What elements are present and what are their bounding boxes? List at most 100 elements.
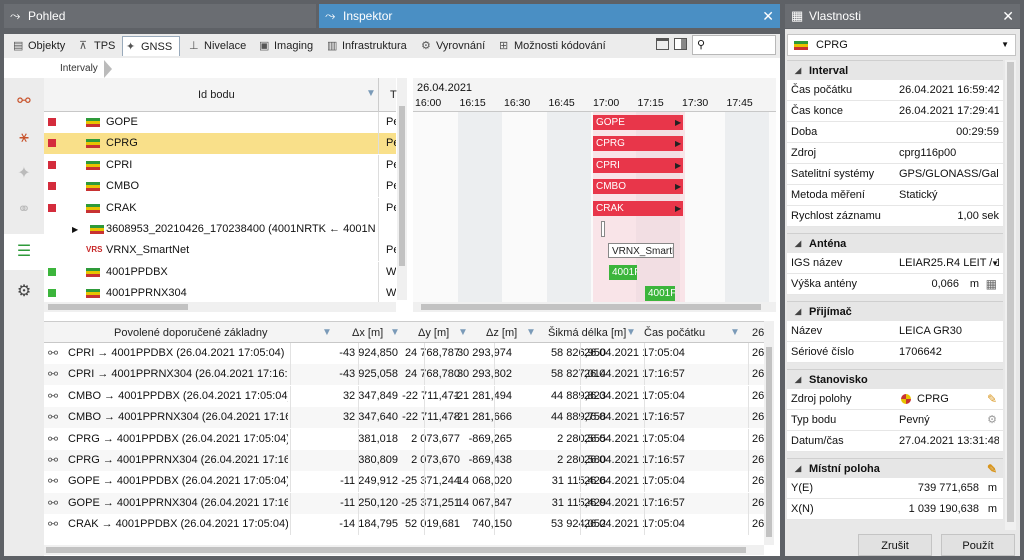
tab-imaging[interactable]: ▣ Imaging <box>256 36 317 56</box>
property-row[interactable]: Čas počátku 26.04.2021 16:59:42 <box>787 80 1003 101</box>
table-row[interactable]: ⚯ CMBO → 4001PPRNX304 (26.04.2021 17:16:5… <box>44 407 764 429</box>
timeline-bar[interactable]: CPRI <box>593 157 683 173</box>
filter-icon[interactable]: ▼ <box>730 327 740 338</box>
baselines-header-dz[interactable]: Δz [m] <box>486 327 517 339</box>
baselines-header-start[interactable]: Čas počátku <box>644 327 705 339</box>
timeline-bar[interactable]: CRAK <box>593 200 683 216</box>
table-row[interactable]: ⚯ GOPE → 4001PPRNX304 (26.04.2021 17:16:5… <box>44 492 764 514</box>
timeline-bar[interactable]: GOPE <box>593 115 683 130</box>
scroll-thumb[interactable] <box>48 304 188 310</box>
edit-pencil-icon[interactable]: ✎ <box>987 459 997 479</box>
table-row[interactable]: ⚯ GOPE → 4001PPDBX (26.04.2021 17:05:04) -… <box>44 471 764 493</box>
table-row[interactable]: 4001PPDBX W <box>44 261 396 283</box>
baselines-hscrollbar[interactable] <box>44 545 764 555</box>
table-row[interactable]: CMBO Pe <box>44 176 396 198</box>
sidebar-satellite-tool[interactable]: ✦ <box>4 156 44 192</box>
points-header-id[interactable]: Id bodu <box>198 89 235 101</box>
points-vscrollbar[interactable] <box>397 78 407 300</box>
table-row[interactable]: VRSVRNX_SmartNet Pe <box>44 240 396 262</box>
tab-gnss[interactable]: ✦ GNSS <box>122 36 180 56</box>
breadcrumb[interactable]: Intervaly <box>46 60 112 78</box>
cancel-button[interactable]: Zrušit <box>858 534 932 556</box>
table-row[interactable]: CRAK Pe <box>44 197 396 219</box>
expand-arrow-icon[interactable]: ▶ <box>72 219 78 240</box>
table-row[interactable]: CPRG Pe <box>44 133 396 155</box>
timeline-bar[interactable]: 4001F <box>609 264 637 280</box>
filter-icon[interactable]: ▼ <box>390 327 400 338</box>
filter-icon[interactable]: ▼ <box>322 327 332 338</box>
tab-moznosti-kodovani[interactable]: ⊞ Možnosti kódování <box>496 36 610 56</box>
close-inspektor-icon[interactable]: ✕ <box>762 4 774 28</box>
property-row[interactable]: Typ bodu Pevný ⚙ <box>787 410 1003 431</box>
property-row[interactable]: Satelitní systémy GPS/GLONASS/Galileo <box>787 164 1003 185</box>
section-mistni[interactable]: ◢ Místní poloha ✎ <box>787 458 1003 478</box>
table-row[interactable]: ⚯ CPRI → 4001PPDBX (26.04.2021 17:05:04) -… <box>44 343 764 364</box>
property-row[interactable]: Zdroj cprg116p00 <box>787 143 1003 164</box>
sidebar-baseline-tool[interactable]: ⚯ <box>4 84 44 120</box>
timeline-bar[interactable]: VRNX_SmartN <box>608 243 674 259</box>
baselines-header-dy[interactable]: Δy [m] <box>418 327 449 339</box>
section-prijimac[interactable]: ◢ Přijímač <box>787 301 1003 321</box>
property-row[interactable]: IGS název LEIAR25.R4 LEIT / 10 ▼ <box>787 253 1003 274</box>
filter-icon[interactable]: ▼ <box>526 327 536 338</box>
property-row[interactable]: Zdroj polohy CPRG ✎ <box>787 389 1003 410</box>
close-vlastnosti-icon[interactable]: ✕ <box>1002 4 1014 28</box>
table-row[interactable]: ⚯ CMBO → 4001PPDBX (26.04.2021 17:05:04) 3… <box>44 385 764 407</box>
table-row[interactable]: ⚯ CPRG → 4001PPDBX (26.04.2021 17:05:04) 3… <box>44 428 764 450</box>
baselines-vscrollbar[interactable] <box>764 321 774 545</box>
properties-vscrollbar[interactable] <box>1005 60 1016 530</box>
tab-tps[interactable]: ⊼ TPS <box>76 36 119 56</box>
property-row[interactable]: Název LEICA GR30 <box>787 321 1003 342</box>
table-row[interactable]: GOPE Pe <box>44 112 396 133</box>
sidebar-intervals-tool[interactable]: ☰ <box>4 234 44 270</box>
baselines-header-dx[interactable]: Δx [m] <box>352 327 383 339</box>
scroll-thumb[interactable] <box>46 547 746 553</box>
tab-objekty[interactable]: ▤ Objekty <box>10 36 69 56</box>
section-interval[interactable]: ◢ Interval <box>787 60 1003 80</box>
property-row[interactable]: Výška antény 0,066 m ▦ <box>787 274 1003 295</box>
layout-single-icon[interactable] <box>656 38 669 50</box>
apply-button[interactable]: Použít <box>941 534 1015 556</box>
scroll-thumb[interactable] <box>421 304 761 310</box>
table-row[interactable]: ⚯ CPRI → 4001PPRNX304 (26.04.2021 17:16:5… <box>44 364 764 386</box>
tab-infrastruktura[interactable]: ▥ Infrastruktura <box>324 36 411 56</box>
search-box[interactable]: ⚲ <box>692 35 776 55</box>
section-antena[interactable]: ◢ Anténa <box>787 233 1003 253</box>
property-value[interactable]: LEIAR25.R4 LEIT / 10 <box>899 253 999 274</box>
property-row[interactable]: Doba 00:29:59 <box>787 122 1003 143</box>
edit-pencil-icon[interactable]: ✎ <box>987 389 997 410</box>
property-row[interactable]: Čas konce 26.04.2021 17:29:41 <box>787 101 1003 122</box>
filter-icon[interactable]: ▼ <box>366 88 376 99</box>
tab-vyrovnani[interactable]: ⚙ Vyrovnání <box>418 36 489 56</box>
property-row[interactable]: Y(E) 739 771,658 m <box>787 478 1003 499</box>
property-row[interactable]: Datum/čas 27.04.2021 13:31:48 <box>787 431 1003 452</box>
filter-icon[interactable]: ▼ <box>458 327 468 338</box>
property-row[interactable]: Metoda měření Statický <box>787 185 1003 206</box>
filter-icon[interactable]: ▼ <box>626 327 636 338</box>
properties-selector[interactable]: CPRG ▼ <box>787 34 1016 56</box>
chevron-down-icon[interactable]: ▼ <box>991 253 999 274</box>
section-stanovisko[interactable]: ◢ Stanovisko <box>787 369 1003 389</box>
baselines-header-name[interactable]: Povolené doporučené základny <box>114 327 268 339</box>
timeline-bar[interactable]: CMBO <box>593 179 683 195</box>
property-row[interactable]: X(N) 1 039 190,638 m <box>787 499 1003 520</box>
baselines-header-distance[interactable]: Šikmá délka [m] <box>548 327 626 339</box>
table-row[interactable]: ⚯ CRAK → 4001PPDBX (26.04.2021 17:05:04) -… <box>44 514 764 536</box>
timeline-hscrollbar[interactable] <box>413 302 776 312</box>
table-row[interactable]: CPRI Pe <box>44 154 396 176</box>
sidebar-link-tool[interactable]: ⚭ <box>4 192 44 228</box>
calculator-icon[interactable]: ▦ <box>986 274 997 295</box>
points-header-type[interactable]: T <box>390 89 397 101</box>
table-row[interactable]: ⚯ CPRG → 4001PPRNX304 (26.04.2021 17:16:5… <box>44 450 764 471</box>
timeline-bar[interactable]: CPRG <box>593 136 683 152</box>
scroll-thumb[interactable] <box>1007 62 1014 522</box>
timeline-bar[interactable]: 4001F <box>645 286 675 302</box>
table-row[interactable]: ▶ 3608953_20210426_170238400 (4001NRTK ← … <box>44 219 396 240</box>
sidebar-network-tool[interactable]: ⚹ <box>4 120 44 156</box>
layout-split-icon[interactable] <box>674 38 687 50</box>
scroll-thumb[interactable] <box>399 106 405 266</box>
property-row[interactable]: Sériové číslo 1706642 <box>787 342 1003 363</box>
search-input[interactable] <box>709 37 773 53</box>
scroll-thumb[interactable] <box>766 347 772 537</box>
tab-nivelace[interactable]: ⊥ Nivelace <box>186 36 250 56</box>
